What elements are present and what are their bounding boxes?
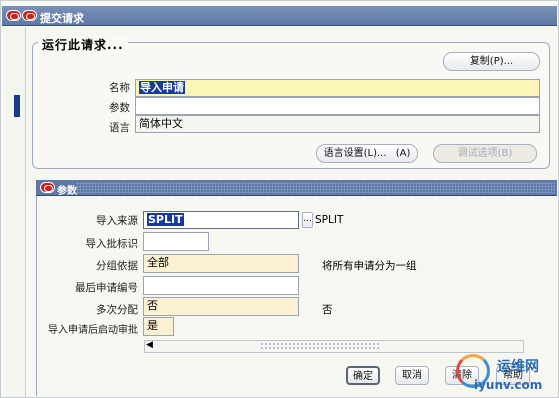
lov-button[interactable]: …	[302, 212, 313, 228]
language-field: 简体中文	[135, 115, 540, 133]
group-by-field[interactable]: 全部	[143, 254, 299, 273]
language-settings-shortcut: (A)	[395, 148, 411, 159]
window-menu-icon[interactable]	[22, 10, 37, 21]
last-req-number-field[interactable]	[143, 276, 299, 295]
debug-options-button[interactable]: 调试选项(B)	[433, 144, 537, 163]
watermark-line1: 运维网	[497, 359, 539, 375]
ok-button[interactable]: 确定	[346, 366, 380, 385]
window-title: 提交请求	[40, 12, 84, 25]
params-title: 参数	[57, 186, 77, 197]
group-by-desc: 将所有申请分为一组	[322, 260, 417, 272]
scroll-left-icon[interactable]: ◀	[146, 340, 153, 350]
multi-dist-label: 多次分配	[96, 304, 138, 316]
name-label: 名称	[109, 82, 130, 94]
copy-button[interactable]: 复制(P)...	[443, 52, 540, 71]
language-settings-label: 语言设置(L)...	[323, 148, 387, 159]
params-label: 参数	[109, 102, 130, 114]
oracle-icon	[6, 10, 21, 21]
import-source-value: SPLIT	[147, 213, 184, 226]
params-window-icon[interactable]	[40, 182, 55, 193]
scroll-thumb[interactable]	[260, 342, 380, 351]
last-req-number-label: 最后申请编号	[75, 282, 138, 294]
params-titlebar	[36, 180, 557, 196]
watermark-line2: iyunv.com	[474, 378, 543, 392]
cancel-button[interactable]: 取消	[395, 366, 429, 385]
initiate-approval-label: 导入申请后启动审批	[48, 325, 138, 336]
multi-dist-desc: 否	[322, 304, 333, 316]
language-label: 语言	[109, 122, 130, 134]
import-batch-field[interactable]	[143, 232, 209, 251]
side-tab-marker[interactable]	[14, 95, 20, 117]
group-label: 运行此请求...	[38, 36, 128, 53]
import-source-field[interactable]: SPLIT	[143, 211, 299, 229]
group-by-label: 分组依据	[96, 260, 138, 272]
name-value: 导入申请	[139, 81, 185, 94]
multi-dist-field[interactable]: 否	[143, 297, 299, 316]
language-settings-button[interactable]: 语言设置(L)... (A)	[316, 144, 418, 163]
import-source-label: 导入来源	[96, 215, 138, 227]
import-batch-label: 导入批标识	[85, 238, 139, 250]
window-titlebar	[2, 6, 557, 26]
initiate-approval-field[interactable]: 是	[143, 317, 174, 336]
import-source-desc: SPLIT	[315, 214, 344, 226]
name-field[interactable]: 导入申请	[135, 79, 540, 97]
side-strip	[6, 27, 26, 397]
params-field[interactable]	[135, 97, 540, 115]
